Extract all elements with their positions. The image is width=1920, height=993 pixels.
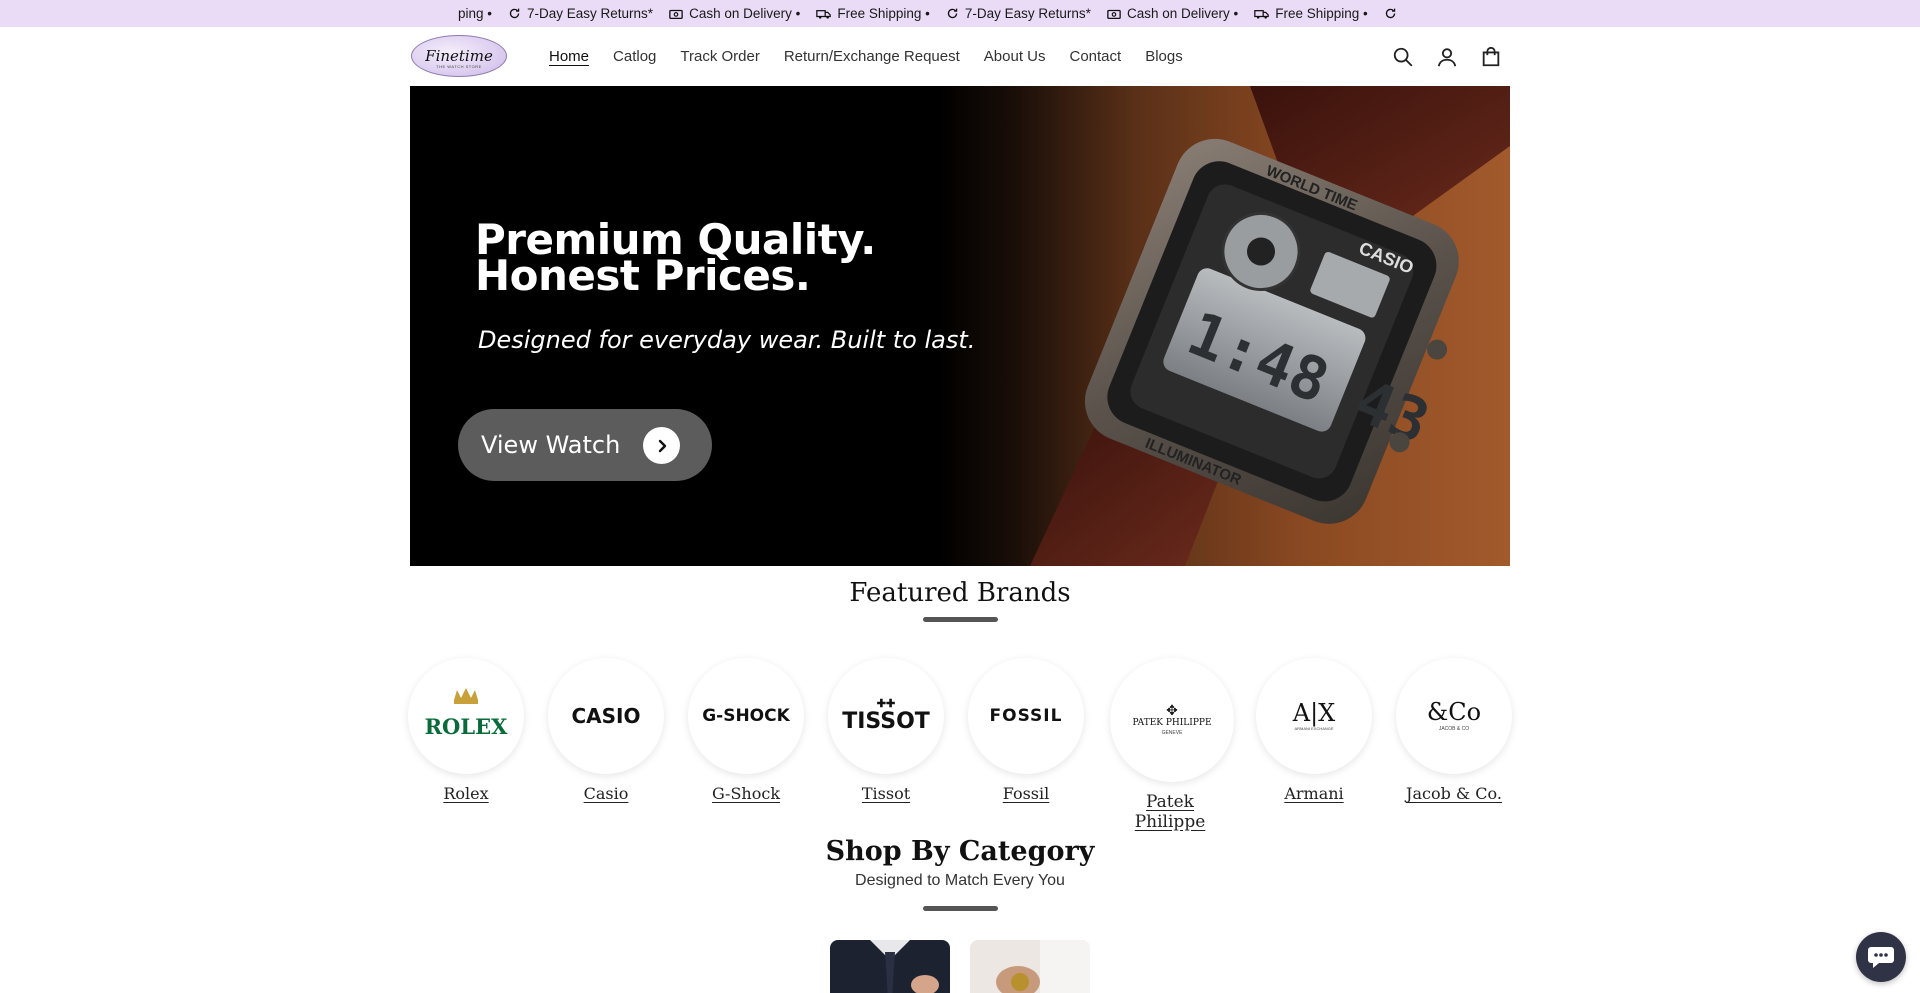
site-logo[interactable]: Finetime THE WATCH STORE — [411, 35, 507, 77]
hero-subtitle: Designed for everyday wear. Built to las… — [478, 326, 976, 354]
announcement-text: ping • — [458, 6, 493, 21]
announcement-ticker: ping • 7-Day Easy Returns* Cash on Deliv… — [458, 0, 1413, 27]
cart-icon[interactable] — [1478, 44, 1504, 70]
nav-catlog[interactable]: Catlog — [613, 48, 656, 65]
fossil-logo-text: FOSSIL — [989, 706, 1063, 726]
return-icon — [509, 8, 520, 19]
armani-logo-text: A|X — [1292, 699, 1336, 727]
brand-logo: ✚✚ TISSOT — [828, 658, 944, 774]
chat-icon — [1868, 947, 1894, 968]
cash-icon — [1107, 9, 1121, 19]
announcement-text: 7-Day Easy Returns* — [527, 6, 654, 21]
patek-cross-icon: ✥ — [1166, 702, 1178, 718]
brand-logo: A|X ARMANI EXCHANGE — [1256, 658, 1372, 774]
patek-logo-text: PATEK PHILIPPE — [1132, 718, 1212, 728]
nav-home[interactable]: Home — [549, 48, 589, 65]
nav-blogs[interactable]: Blogs — [1145, 48, 1183, 65]
category-image-women — [970, 940, 1090, 993]
cash-icon — [669, 9, 683, 19]
nav-contact[interactable]: Contact — [1069, 48, 1121, 65]
truck-icon — [1254, 9, 1270, 19]
brand-g-shock[interactable]: G-SHOCK G-Shock — [686, 658, 806, 804]
shop-by-category-subtitle: Designed to Match Every You — [855, 872, 1065, 889]
section-divider — [923, 906, 998, 911]
brand-label[interactable]: Tissot — [862, 784, 910, 803]
brand-label[interactable]: Fossil — [1003, 784, 1050, 803]
g-shock-logo-text: G-SHOCK — [702, 706, 790, 726]
watch-image: 1:48 43 CASIO WORLD TIME ILLUMINATOR — [1030, 86, 1510, 566]
brand-label[interactable]: Rolex — [443, 784, 488, 803]
brand-label[interactable]: G-Shock — [712, 784, 780, 803]
tissot-logo-text: TISSOT — [842, 709, 930, 734]
truck-icon — [816, 9, 832, 19]
announcement-text: Cash on Delivery • — [689, 6, 801, 21]
view-watch-button[interactable]: View Watch — [458, 409, 712, 481]
brand-label[interactable]: Jacob & Co. — [1406, 784, 1502, 803]
brand-logo: CASIO — [548, 658, 664, 774]
announcement-text: Free Shipping • — [837, 6, 930, 21]
patek-logo-sub: GENEVE — [1161, 730, 1183, 736]
jacob-logo-text: &Co — [1426, 698, 1482, 726]
announcement-item: 7-Day Easy Returns* — [946, 6, 1097, 21]
category-card-men[interactable] — [830, 940, 950, 993]
brand-tissot[interactable]: ✚✚ TISSOT Tissot — [826, 658, 946, 804]
announcement-item: 7-Day Easy Returns* — [508, 6, 659, 21]
announcement-text: 7-Day Easy Returns* — [964, 6, 1091, 21]
nav-return-exchange[interactable]: Return/Exchange Request — [784, 48, 960, 65]
brand-label[interactable]: Casio — [584, 784, 629, 803]
brand-fossil[interactable]: FOSSIL Fossil — [966, 658, 1086, 804]
announcement-text: Cash on Delivery • — [1126, 6, 1239, 21]
brand-patek-philippe[interactable]: ✥ PATEK PHILIPPE GENEVE Patek Philippe — [1110, 658, 1234, 832]
brand-logo: &Co JACOB & CO — [1396, 658, 1512, 774]
announcement-text: Free Shipping • — [1275, 6, 1368, 21]
logo-subtext: THE WATCH STORE — [436, 64, 482, 69]
hero-title: Premium Quality. Honest Prices. — [475, 219, 876, 297]
nav-about-us[interactable]: About Us — [984, 48, 1046, 65]
section-divider — [923, 617, 998, 622]
chevron-right-icon — [643, 427, 680, 464]
announcement-item: Free Shipping • — [1254, 6, 1374, 21]
announcement-bar: ping • 7-Day Easy Returns* Cash on Deliv… — [0, 0, 1920, 27]
hero-banner: 1:48 43 CASIO WORLD TIME ILLUMINATOR Pre… — [410, 86, 1510, 566]
brand-label[interactable]: Patek Philippe — [1110, 792, 1230, 832]
casio-logo-text: CASIO — [571, 704, 641, 728]
announcement-item: Cash on Delivery • — [1107, 6, 1244, 21]
chat-button[interactable] — [1856, 932, 1906, 982]
search-icon[interactable] — [1390, 44, 1416, 70]
brand-rolex[interactable]: ROLEX Rolex — [406, 658, 526, 804]
brand-logo: ROLEX — [408, 658, 524, 774]
nav-track-order[interactable]: Track Order — [680, 48, 759, 65]
armani-logo-sub: ARMANI EXCHANGE — [1294, 726, 1334, 731]
brand-label[interactable]: Armani — [1284, 784, 1343, 803]
brand-casio[interactable]: CASIO Casio — [546, 658, 666, 804]
brand-logo: ✥ PATEK PHILIPPE GENEVE — [1110, 658, 1234, 782]
category-image-men — [830, 940, 950, 993]
view-watch-label: View Watch — [481, 431, 621, 459]
featured-brands-title: Featured Brands — [849, 578, 1071, 608]
announcement-item: ping • — [458, 6, 498, 21]
main-nav: Home Catlog Track Order Return/Exchange … — [549, 27, 1207, 86]
return-icon — [1385, 8, 1395, 19]
announcement-item — [1384, 7, 1403, 20]
brand-logo: G-SHOCK — [688, 658, 804, 774]
return-icon — [947, 8, 958, 19]
rolex-logo-text: ROLEX — [425, 714, 509, 739]
jacob-logo-sub: JACOB & CO — [1438, 726, 1470, 732]
brand-armani[interactable]: A|X ARMANI EXCHANGE Armani — [1254, 658, 1374, 804]
brand-logo: FOSSIL — [968, 658, 1084, 774]
brand-jacob-co[interactable]: &Co JACOB & CO Jacob & Co. — [1394, 658, 1514, 804]
logo-text: Finetime — [425, 47, 493, 65]
shop-by-category-title: Shop By Category — [825, 836, 1095, 867]
site-header: Finetime THE WATCH STORE Home Catlog Tra… — [0, 27, 1920, 86]
account-icon[interactable] — [1434, 44, 1460, 70]
category-card-women[interactable] — [970, 940, 1090, 993]
announcement-item: Free Shipping • — [816, 6, 936, 21]
announcement-item: Cash on Delivery • — [669, 6, 806, 21]
